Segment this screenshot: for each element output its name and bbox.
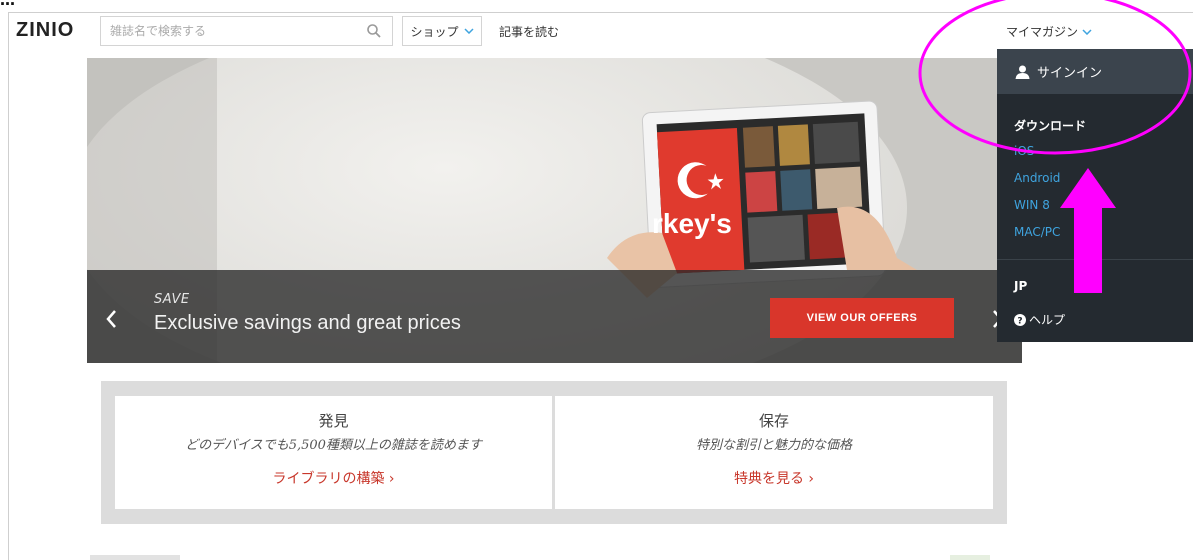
feature-section: 発見 どのデバイスでも5,500種類以上の雑誌を読めます ライブラリの構築 › … (101, 381, 1007, 524)
dropdown-divider (997, 259, 1193, 260)
feature-subtitle: どのデバイスでも5,500種類以上の雑誌を読めます (185, 438, 482, 453)
shop-label: ショップ (410, 24, 459, 39)
view-offers-button[interactable]: VIEW OUR OFFERS (770, 298, 954, 338)
next-section-hint (90, 555, 990, 560)
feature-card-save: 保存 特別な割引と魅力的な価格 特典を見る › (555, 396, 993, 509)
my-magazines-dropdown: サインイン ダウンロード iOS Android WIN 8 MAC/PC JP… (997, 49, 1193, 342)
hero-caption-bar: SAVE Exclusive savings and great prices … (87, 270, 1022, 363)
chevron-down-icon (1082, 28, 1092, 35)
hero-banner[interactable]: rkey's SAVE Exclusive savings and great … (87, 58, 1022, 363)
search-box[interactable] (100, 16, 393, 46)
svg-text:?: ? (1017, 316, 1022, 326)
help-link[interactable]: ? ヘルプ (1014, 311, 1065, 328)
zinio-logo[interactable]: ZINIO (16, 19, 74, 42)
region-selector[interactable]: JP (1014, 279, 1027, 293)
chevron-down-icon (463, 28, 474, 34)
help-label: ヘルプ (1029, 313, 1066, 327)
feature-title: 保存 (758, 412, 789, 430)
my-magazines-label: マイマガジン (1006, 25, 1079, 39)
user-icon (1015, 65, 1030, 79)
annotation-text: … (0, 0, 15, 9)
tablet-headline: rkey's (652, 208, 732, 239)
hero-kicker: SAVE (154, 292, 190, 307)
download-win8-link[interactable]: WIN 8 (1014, 198, 1050, 212)
search-input[interactable] (101, 17, 365, 45)
download-heading: ダウンロード (1014, 119, 1087, 133)
my-magazines-menu[interactable]: マイマガジン (1006, 23, 1092, 40)
read-articles-link[interactable]: 記事を読む (499, 23, 559, 40)
build-library-link[interactable]: ライブラリの構築 › (115, 468, 552, 488)
see-offers-link[interactable]: 特典を見る › (555, 468, 993, 488)
download-mac-pc-link[interactable]: MAC/PC (1014, 225, 1060, 239)
feature-subtitle: 特別な割引と魅力的な価格 (695, 438, 852, 453)
shop-dropdown-button[interactable]: ショップ (402, 16, 482, 46)
feature-card-discover: 発見 どのデバイスでも5,500種類以上の雑誌を読めます ライブラリの構築 › (115, 396, 552, 509)
hero-title: Exclusive savings and great prices (154, 312, 461, 334)
signin-label: サインイン (1037, 66, 1103, 81)
feature-title: 発見 (318, 412, 349, 430)
download-ios-link[interactable]: iOS (1014, 144, 1034, 158)
search-icon[interactable] (366, 23, 382, 39)
signin-menu-item[interactable]: サインイン (997, 49, 1193, 94)
chevron-left-icon[interactable] (104, 308, 118, 330)
help-icon: ? (1014, 313, 1026, 326)
download-android-link[interactable]: Android (1014, 171, 1060, 185)
